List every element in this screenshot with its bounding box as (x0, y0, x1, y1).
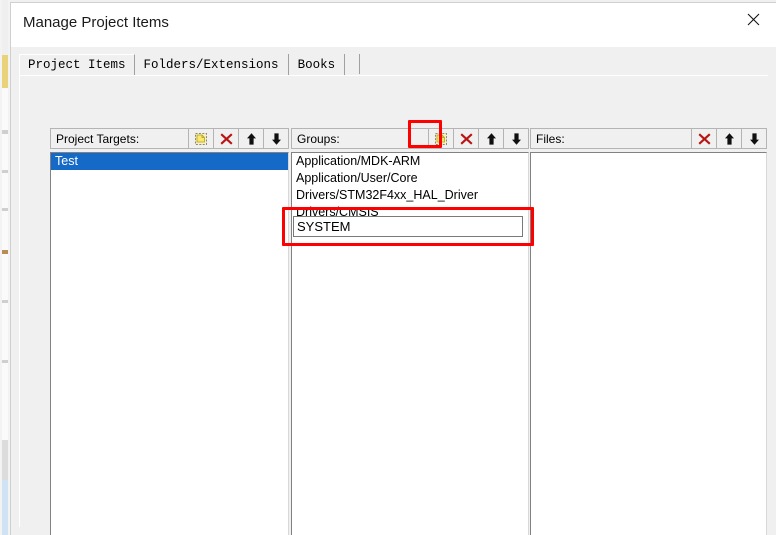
dialog-titlebar: Manage Project Items (11, 3, 776, 47)
project-items-page: Project Targets: Test Groups: Applicatio… (19, 75, 768, 535)
files-header: Files: (530, 128, 767, 149)
screen: Manage Project Items Project Items Folde… (0, 0, 776, 535)
move-down-icon[interactable] (263, 129, 288, 148)
delete-icon[interactable] (213, 129, 238, 148)
new-item-icon[interactable] (188, 129, 213, 148)
tabstrip: Project Items Folders/Extensions Books (11, 47, 776, 77)
tab-books[interactable]: Books (288, 54, 346, 77)
project-targets-listbox[interactable]: Test (50, 152, 289, 535)
delete-icon[interactable] (453, 129, 478, 148)
move-up-icon[interactable] (238, 129, 263, 148)
close-icon[interactable] (730, 3, 776, 35)
files-label: Files: (536, 131, 565, 146)
new-group-icon[interactable] (428, 129, 453, 148)
list-item[interactable]: Test (51, 153, 288, 170)
list-item[interactable]: Application/MDK-ARM (292, 153, 528, 170)
list-item[interactable]: Application/User/Core (292, 170, 528, 187)
background-ruler (2, 0, 8, 535)
list-item[interactable]: Drivers/STM32F4xx_HAL_Driver (292, 187, 528, 204)
groups-listbox[interactable]: Application/MDK-ARM Application/User/Cor… (291, 152, 529, 535)
project-targets-header: Project Targets: (50, 128, 289, 149)
groups-header: Groups: (291, 128, 529, 149)
group-rename-input[interactable]: SYSTEM (293, 216, 523, 237)
move-up-icon[interactable] (716, 129, 741, 148)
move-up-icon[interactable] (478, 129, 503, 148)
project-targets-label: Project Targets: (56, 131, 140, 146)
groups-label: Groups: (297, 131, 340, 146)
dialog-title: Manage Project Items (23, 14, 169, 31)
delete-icon[interactable] (691, 129, 716, 148)
tab-folders-extensions[interactable]: Folders/Extensions (134, 54, 289, 77)
move-down-icon[interactable] (503, 129, 528, 148)
tab-project-items[interactable]: Project Items (19, 54, 135, 77)
tabstrip-endcap (359, 54, 361, 74)
files-listbox[interactable] (530, 152, 767, 535)
move-down-icon[interactable] (741, 129, 766, 148)
background-window-strip (0, 0, 10, 535)
manage-project-items-dialog: Manage Project Items Project Items Folde… (10, 2, 776, 535)
